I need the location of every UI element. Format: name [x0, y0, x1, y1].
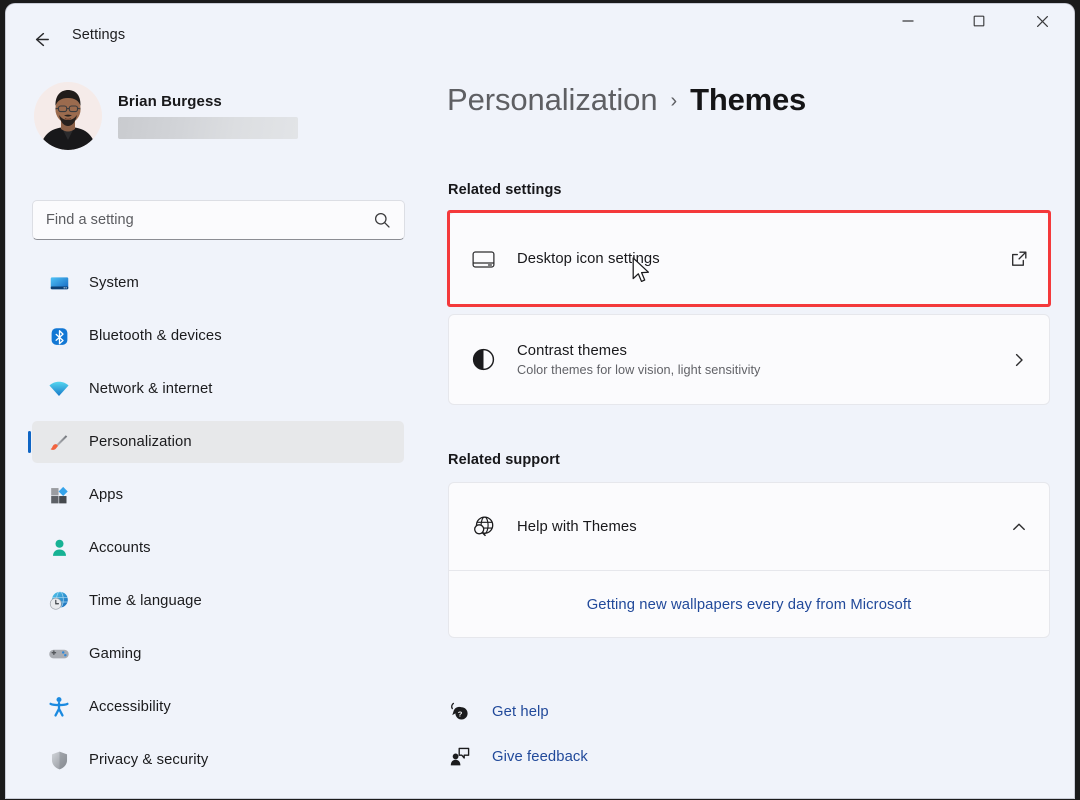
- footer-link-label: Get help: [492, 704, 549, 720]
- sidebar-item-gaming[interactable]: Gaming: [32, 633, 404, 675]
- related-support-heading: Related support: [448, 452, 560, 468]
- footer-link-label: Give feedback: [492, 749, 588, 765]
- wifi-icon: [48, 378, 70, 400]
- search-icon: [374, 212, 390, 228]
- sidebar-item-privacy-security[interactable]: Privacy & security: [32, 739, 404, 781]
- sidebar-item-time-language[interactable]: Time & language: [32, 580, 404, 622]
- sidebar-item-label: System: [89, 275, 139, 291]
- user-avatar-photo: [34, 82, 102, 150]
- sidebar-item-label: Accounts: [89, 540, 151, 556]
- profile-text: Brian Burgess: [118, 93, 298, 139]
- related-settings-heading: Related settings: [448, 182, 562, 198]
- person-icon: [48, 537, 70, 559]
- help-with-themes-card: Help with Themes Getting new wallpapers …: [448, 482, 1050, 638]
- sidebar-item-personalization[interactable]: Personalization: [28, 421, 404, 463]
- sidebar-item-label: Accessibility: [89, 699, 171, 715]
- sidebar-item-label: Network & internet: [89, 381, 213, 397]
- globe-search-icon: [470, 514, 496, 540]
- help-bubble-icon: ?: [448, 700, 472, 724]
- card-text: Desktop icon settings: [517, 251, 1007, 267]
- paintbrush-icon: [48, 431, 70, 453]
- sidebar-item-apps[interactable]: Apps: [32, 474, 404, 516]
- close-icon: [1036, 15, 1048, 27]
- get-help-link[interactable]: ? Get help: [448, 698, 549, 726]
- close-button[interactable]: [1019, 4, 1065, 38]
- sidebar-item-label: Time & language: [89, 593, 202, 609]
- breadcrumb: Personalization › Themes: [447, 82, 806, 118]
- contrast-themes-card[interactable]: Contrast themes Color themes for low vis…: [448, 314, 1050, 405]
- card-subtitle: Color themes for low vision, light sensi…: [517, 362, 761, 377]
- sidebar-item-label: Privacy & security: [89, 752, 209, 768]
- window-title: Settings: [72, 27, 126, 43]
- accessibility-person-icon: [48, 696, 70, 718]
- profile-email-redacted: [118, 117, 298, 139]
- chevron-right-icon[interactable]: [1007, 348, 1031, 372]
- help-expanded-panel: Getting new wallpapers every day from Mi…: [449, 570, 1049, 638]
- back-button[interactable]: [24, 22, 58, 56]
- sidebar-item-network-internet[interactable]: Network & internet: [32, 368, 404, 410]
- external-link-icon[interactable]: [1007, 247, 1031, 271]
- sidebar: Brian Burgess Find a setting System Blue…: [6, 66, 426, 798]
- shield-icon: [48, 749, 70, 771]
- sidebar-item-label: Apps: [89, 487, 124, 503]
- profile-name: Brian Burgess: [118, 93, 222, 110]
- contrast-circle-icon: [470, 347, 496, 373]
- main-content: Personalization › Themes Related setting…: [426, 66, 1074, 798]
- help-with-themes-header[interactable]: Help with Themes: [449, 483, 1049, 570]
- minimize-button[interactable]: [885, 4, 931, 38]
- apps-blocks-icon: [48, 484, 70, 506]
- clock-globe-icon: [48, 590, 70, 612]
- search-input[interactable]: Find a setting: [32, 200, 405, 240]
- sidebar-item-accessibility[interactable]: Accessibility: [32, 686, 404, 728]
- desktop-icon-settings-card[interactable]: Desktop icon settings: [448, 212, 1050, 306]
- card-text: Help with Themes: [517, 519, 1007, 535]
- arrow-left-icon: [35, 32, 49, 46]
- sidebar-item-label: Gaming: [89, 646, 142, 662]
- monitor-icon: [48, 272, 70, 294]
- avatar: [34, 82, 102, 150]
- wallpapers-help-link[interactable]: Getting new wallpapers every day from Mi…: [587, 597, 912, 613]
- svg-text:?: ?: [458, 709, 463, 718]
- search-placeholder: Find a setting: [46, 212, 134, 228]
- sidebar-item-accounts[interactable]: Accounts: [32, 527, 404, 569]
- card-title: Help with Themes: [517, 518, 637, 535]
- bluetooth-icon: [48, 325, 70, 347]
- navigation-list: System Bluetooth & devices Network & int…: [6, 262, 426, 792]
- settings-window: Settings Brian Burgess Find a setting Sy…: [6, 4, 1074, 798]
- maximize-icon: [973, 15, 985, 27]
- minimize-icon: [902, 20, 914, 22]
- feedback-person-icon: [448, 745, 472, 769]
- card-text: Contrast themes Color themes for low vis…: [517, 343, 1007, 377]
- sidebar-item-label: Personalization: [89, 434, 192, 450]
- sidebar-item-label: Bluetooth & devices: [89, 328, 222, 344]
- chevron-up-icon[interactable]: [1007, 515, 1031, 539]
- card-title: Contrast themes: [517, 342, 628, 359]
- card-title: Desktop icon settings: [517, 251, 660, 267]
- gamepad-icon: [48, 643, 70, 665]
- profile-section[interactable]: Brian Burgess: [34, 82, 298, 150]
- maximize-button[interactable]: [956, 4, 1002, 38]
- page-title: Themes: [690, 82, 807, 117]
- desktop-icon: [470, 246, 496, 272]
- breadcrumb-separator-icon: ›: [670, 90, 678, 112]
- sidebar-item-system[interactable]: System: [32, 262, 404, 304]
- breadcrumb-parent[interactable]: Personalization: [447, 82, 658, 118]
- sidebar-item-bluetooth-devices[interactable]: Bluetooth & devices: [32, 315, 404, 357]
- title-bar: Settings: [6, 4, 1074, 66]
- give-feedback-link[interactable]: Give feedback: [448, 743, 588, 771]
